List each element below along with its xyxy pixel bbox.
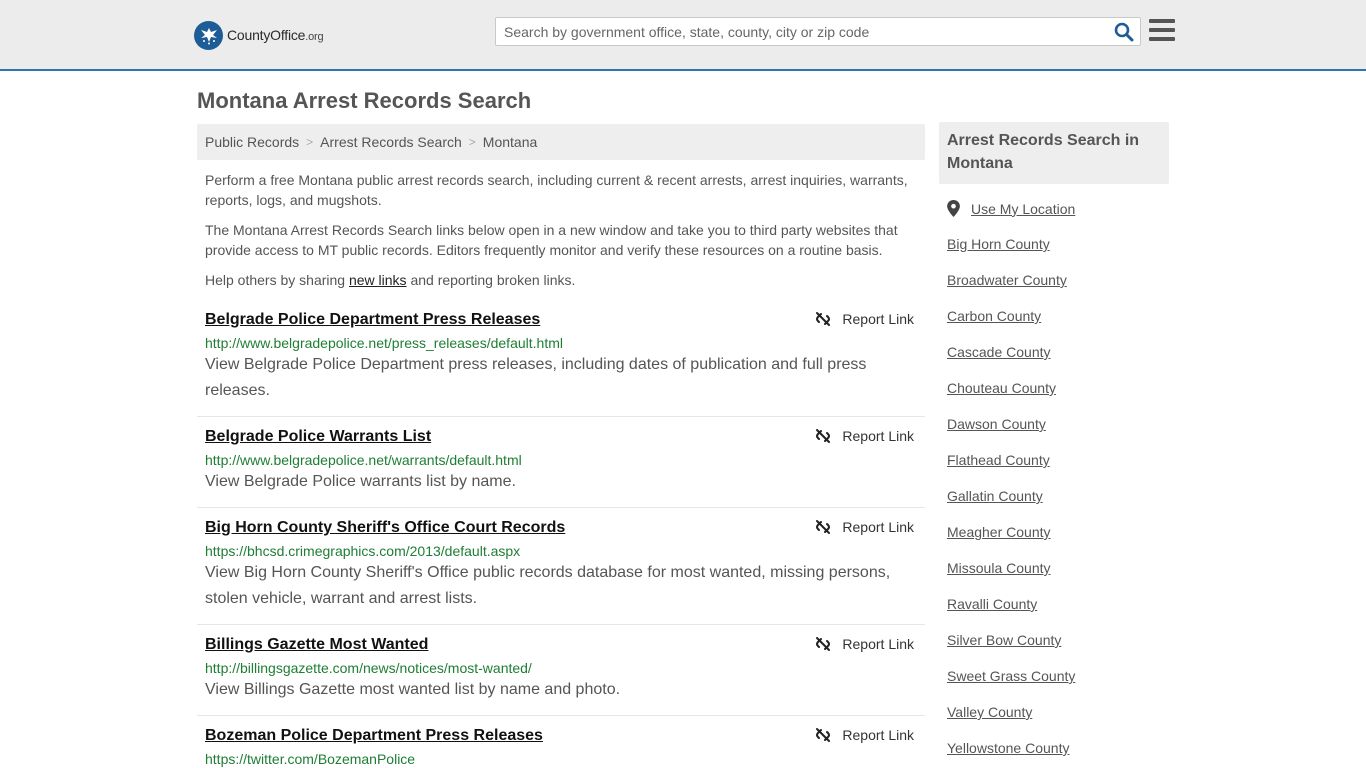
broken-link-icon (816, 429, 831, 443)
report-link-label: Report Link (842, 636, 914, 652)
logo-text: CountyOffice.org (227, 27, 324, 43)
report-link-button[interactable]: Report Link (815, 727, 914, 743)
result-url: http://www.belgradepolice.net/press_rele… (205, 335, 563, 351)
county-link[interactable]: Dawson County (947, 416, 1046, 432)
broken-link-icon (816, 312, 831, 326)
county-link[interactable]: Valley County (947, 704, 1032, 720)
result-description: View Billings Gazette most wanted list b… (205, 681, 621, 698)
share-paragraph: Help others by sharing new links and rep… (205, 272, 576, 288)
result-title-link[interactable]: Belgrade Police Department Press Release… (205, 310, 540, 330)
new-links-link[interactable]: new links (349, 272, 407, 288)
map-pin-icon (947, 200, 960, 217)
report-link-label: Report Link (842, 519, 914, 535)
result-title-link[interactable]: Bozeman Police Department Press Releases (205, 726, 543, 746)
report-link-label: Report Link (842, 311, 914, 327)
result-url: http://billingsgazette.com/news/notices/… (205, 660, 532, 676)
county-link[interactable]: Cascade County (947, 344, 1051, 360)
report-link-label: Report Link (842, 727, 914, 743)
result-description: View Belgrade Police warrants list by na… (205, 473, 516, 490)
use-my-location-link[interactable]: Use My Location (947, 200, 1075, 217)
broken-link-icon (816, 637, 831, 651)
breadcrumb-public-records[interactable]: Public Records (205, 134, 299, 150)
intro-paragraph: Perform a free Montana public arrest rec… (205, 172, 908, 208)
county-link[interactable]: Meagher County (947, 524, 1051, 540)
result-description: View Big Horn County Sheriff's Office pu… (205, 564, 891, 607)
result-title-link[interactable]: Big Horn County Sheriff's Office Court R… (205, 518, 565, 538)
search-box (495, 17, 1141, 46)
eagle-seal-icon (194, 20, 223, 50)
broken-link-icon (816, 520, 831, 534)
report-link-label: Report Link (842, 428, 914, 444)
county-link[interactable]: Chouteau County (947, 380, 1056, 396)
county-link[interactable]: Sweet Grass County (947, 668, 1075, 684)
report-link-button[interactable]: Report Link (815, 311, 914, 327)
disclaimer-paragraph: The Montana Arrest Records Search links … (205, 222, 898, 258)
county-link[interactable]: Gallatin County (947, 488, 1043, 504)
report-link-button[interactable]: Report Link (815, 636, 914, 652)
county-link[interactable]: Silver Bow County (947, 632, 1061, 648)
site-logo[interactable]: CountyOffice.org (194, 20, 324, 50)
result-item: Belgrade Police Department Press Release… (197, 304, 925, 417)
result-item: Billings Gazette Most Wanted Report Link… (197, 629, 925, 716)
result-item: Bozeman Police Department Press Releases… (197, 720, 925, 768)
county-link[interactable]: Ravalli County (947, 596, 1037, 612)
result-url: https://twitter.com/BozemanPolice (205, 751, 416, 767)
breadcrumb-montana[interactable]: Montana (483, 134, 537, 150)
result-title-link[interactable]: Belgrade Police Warrants List (205, 427, 431, 447)
county-link[interactable]: Yellowstone County (947, 740, 1069, 756)
result-title-link[interactable]: Billings Gazette Most Wanted (205, 635, 428, 655)
county-link[interactable]: Flathead County (947, 452, 1050, 468)
result-url: https://bhcsd.crimegraphics.com/2013/def… (205, 543, 521, 559)
county-link[interactable]: Missoula County (947, 560, 1051, 576)
report-link-button[interactable]: Report Link (815, 428, 914, 444)
page-title: Montana Arrest Records Search (197, 88, 532, 113)
breadcrumb-separator: > (468, 135, 476, 149)
county-link[interactable]: Carbon County (947, 308, 1041, 324)
sidebar-title: Arrest Records Search in Montana (939, 122, 1169, 184)
result-description: View Belgrade Police Department press re… (205, 356, 867, 399)
county-link[interactable]: Big Horn County (947, 236, 1050, 252)
hamburger-menu-icon[interactable] (1149, 19, 1175, 41)
county-link[interactable]: Broadwater County (947, 272, 1067, 288)
breadcrumb: Public Records > Arrest Records Search >… (197, 124, 925, 160)
search-icon[interactable] (1114, 22, 1134, 42)
result-item: Belgrade Police Warrants List Report Lin… (197, 421, 925, 508)
broken-link-icon (816, 728, 831, 742)
search-input[interactable] (496, 18, 1106, 45)
site-header: CountyOffice.org (0, 0, 1366, 71)
breadcrumb-separator: > (306, 135, 314, 149)
result-url: http://www.belgradepolice.net/warrants/d… (205, 452, 522, 468)
report-link-button[interactable]: Report Link (815, 519, 914, 535)
result-item: Big Horn County Sheriff's Office Court R… (197, 512, 925, 625)
breadcrumb-arrest-records[interactable]: Arrest Records Search (320, 134, 462, 150)
